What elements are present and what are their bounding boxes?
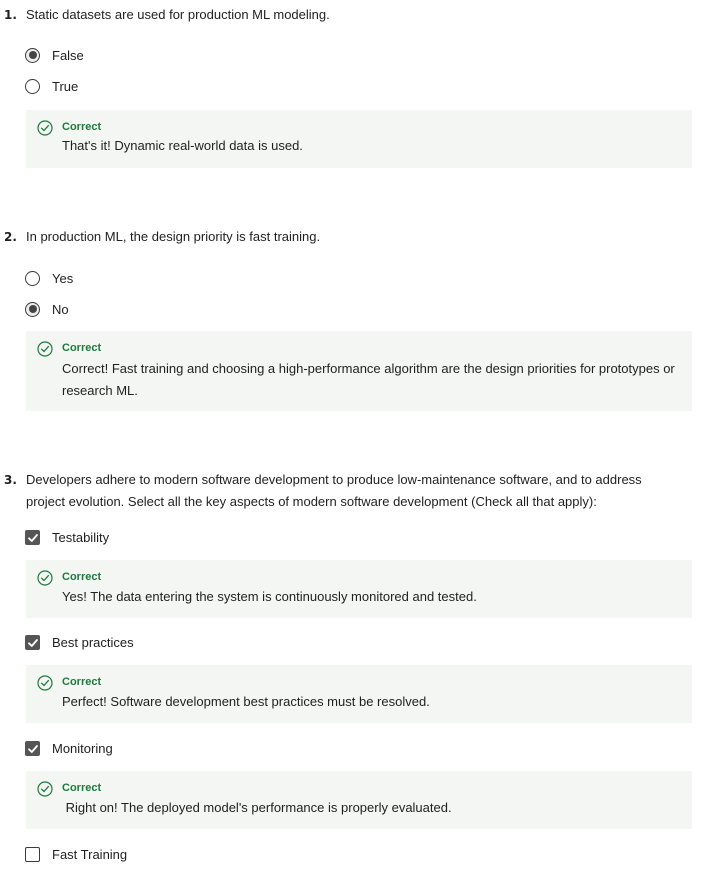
question-number: 1. xyxy=(4,8,17,22)
check-circle-icon xyxy=(37,570,53,586)
option-fast-training[interactable]: Fast Training xyxy=(25,844,127,864)
question-number: 3. xyxy=(4,473,17,487)
check-circle-icon xyxy=(37,675,53,691)
check-circle-icon xyxy=(37,341,53,357)
feedback-title: Correct xyxy=(62,782,102,794)
checkmark-icon xyxy=(28,638,38,647)
option-label: Best practices xyxy=(52,634,134,650)
option-false[interactable]: False xyxy=(25,45,84,65)
checkbox-checked[interactable] xyxy=(25,529,40,545)
feedback-box: Correct Correct! Fast training and choos… xyxy=(26,331,692,411)
radio-selected[interactable] xyxy=(25,301,40,317)
feedback-box: Correct Yes! The data entering the syste… xyxy=(26,560,692,618)
option-true[interactable]: True xyxy=(25,76,78,96)
checkbox-checked[interactable] xyxy=(25,634,40,650)
option-monitoring[interactable]: Monitoring xyxy=(25,738,113,758)
option-label: Monitoring xyxy=(52,740,113,756)
feedback-title: Correct xyxy=(62,121,102,133)
option-label: Yes xyxy=(52,270,74,286)
feedback-box: Correct Perfect! Software development be… xyxy=(26,665,692,723)
option-label: No xyxy=(52,301,69,317)
radio-selected[interactable] xyxy=(25,47,40,63)
feedback-box: Correct That's it! Dynamic real-world da… xyxy=(26,110,692,168)
feedback-text: Yes! The data entering the system is con… xyxy=(62,589,477,604)
checkmark-icon xyxy=(28,533,38,542)
feedback-text: Correct! Fast training and choosing a hi… xyxy=(62,361,675,398)
check-circle-icon xyxy=(37,781,53,797)
check-circle-icon xyxy=(37,120,53,136)
feedback-box: Correct Right on! The deployed model's p… xyxy=(26,771,692,829)
question-text: In production ML, the design priority is… xyxy=(26,229,321,244)
radio-unselected[interactable] xyxy=(25,78,40,94)
checkbox-checked[interactable] xyxy=(25,740,40,756)
option-testability[interactable]: Testability xyxy=(25,527,109,547)
radio-unselected[interactable] xyxy=(25,270,40,286)
feedback-text: That's it! Dynamic real-world data is us… xyxy=(62,138,303,153)
option-label: Testability xyxy=(52,529,110,545)
question-text: Static datasets are used for production … xyxy=(26,7,330,22)
option-yes[interactable]: Yes xyxy=(25,268,73,288)
question-header: 3. Developers adhere to modern software … xyxy=(4,469,684,513)
checkmark-icon xyxy=(28,744,38,753)
feedback-title: Correct xyxy=(62,571,102,583)
question-text: Developers adhere to modern software dev… xyxy=(26,472,642,509)
feedback-text: Perfect! Software development best pract… xyxy=(62,694,430,709)
option-best-practices[interactable]: Best practices xyxy=(25,632,134,652)
option-label: True xyxy=(52,78,79,94)
option-label: False xyxy=(52,47,84,63)
option-label: Fast Training xyxy=(52,846,128,862)
feedback-text: Right on! The deployed model's performan… xyxy=(62,800,452,815)
question-number: 2. xyxy=(4,230,17,244)
option-no[interactable]: No xyxy=(25,299,69,319)
feedback-title: Correct xyxy=(62,676,102,688)
feedback-title: Correct xyxy=(62,342,102,354)
checkbox-unchecked[interactable] xyxy=(25,846,40,862)
